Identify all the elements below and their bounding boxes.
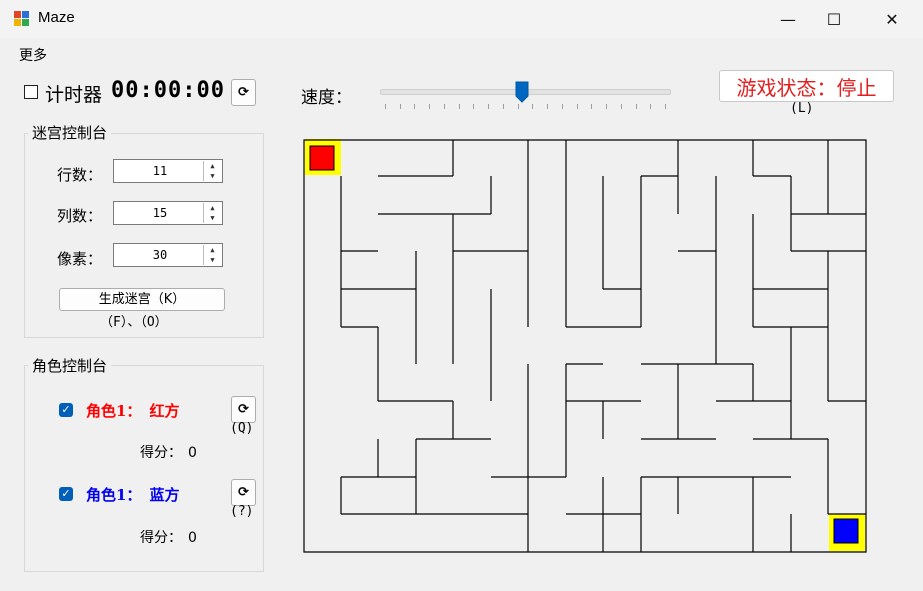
pixel-input[interactable]: 30 ▲ ▼ [113, 243, 223, 267]
red-player [309, 145, 335, 171]
rows-value: 11 [152, 164, 168, 178]
app-icon [14, 11, 30, 27]
rows-input[interactable]: 11 ▲ ▼ [113, 159, 223, 183]
minimize-button[interactable]: — [765, 0, 811, 38]
slider-tick [591, 104, 593, 109]
close-button[interactable]: ✕ [869, 0, 915, 38]
cols-label: 列数： [57, 207, 103, 225]
timer-label: 计时器 [45, 84, 103, 106]
status-shortcut-hint: (L) [790, 101, 814, 116]
close-icon: ✕ [885, 9, 899, 29]
refresh-icon: ⟳ [238, 402, 249, 417]
pixel-value: 30 [152, 248, 168, 262]
generate-maze-button[interactable]: 生成迷宫（K） [59, 288, 225, 311]
slider-tick [399, 104, 401, 109]
slider-tick [443, 104, 445, 109]
minimize-icon: — [780, 9, 796, 29]
timer-reset-button[interactable]: ⟳ [231, 79, 256, 106]
role1-score: 得分： 0 [140, 445, 197, 461]
slider-tick [561, 104, 563, 109]
slider-tick [488, 104, 490, 109]
check-icon: ✓ [61, 403, 71, 416]
role1-checkbox[interactable]: ✓ [59, 403, 73, 417]
generate-hint: （F）、（O） [100, 315, 168, 330]
timer-value: 00:00:00 [111, 78, 225, 103]
maze-walls [303, 139, 867, 553]
slider-tick [620, 104, 622, 109]
rows-label: 行数： [57, 166, 103, 184]
refresh-icon: ⟳ [238, 85, 249, 100]
role1-reset-button[interactable]: ⟳ [231, 396, 256, 423]
game-status: 游戏状态：停止 [719, 70, 894, 102]
role1-shortcut-hint: (Q) [230, 421, 254, 436]
slider-tick [502, 104, 504, 109]
maximize-button[interactable]: ☐ [811, 0, 857, 38]
slider-tick [385, 104, 386, 109]
slider-tick [414, 104, 416, 109]
pixel-label: 像素： [57, 250, 103, 268]
window-title: Maze [38, 9, 75, 26]
pixel-spinner[interactable]: ▲ ▼ [203, 245, 221, 265]
timer-checkbox[interactable] [24, 85, 38, 99]
role2-reset-button[interactable]: ⟳ [231, 479, 256, 506]
refresh-icon: ⟳ [238, 485, 249, 500]
slider-tick [665, 104, 666, 109]
slider-tick [576, 104, 578, 109]
role1-label: 角色1： 红方 [86, 402, 180, 420]
slider-tick [606, 104, 608, 109]
slider-tick [650, 104, 652, 109]
blue-player [833, 518, 859, 544]
speed-label: 速度： [301, 88, 352, 108]
check-icon: ✓ [61, 487, 71, 500]
maze-board [303, 139, 867, 553]
maximize-icon: ☐ [826, 9, 842, 29]
slider-tick [532, 104, 534, 109]
cols-input[interactable]: 15 ▲ ▼ [113, 201, 223, 225]
role2-shortcut-hint: (?) [230, 504, 254, 519]
slider-tick [547, 104, 549, 109]
cols-value: 15 [152, 206, 168, 220]
slider-tick [473, 104, 475, 109]
slider-tick [458, 104, 460, 109]
role2-label: 角色1： 蓝方 [86, 486, 180, 504]
speed-slider-thumb[interactable] [515, 81, 529, 103]
rows-spinner[interactable]: ▲ ▼ [203, 161, 221, 181]
role2-checkbox[interactable]: ✓ [59, 487, 73, 501]
menu-more[interactable]: 更多 [19, 45, 47, 65]
slider-tick [635, 104, 637, 109]
slider-tick [517, 104, 519, 109]
role2-score: 得分： 0 [140, 530, 197, 546]
cols-spinner[interactable]: ▲ ▼ [203, 203, 221, 223]
role-console-title: 角色控制台 [28, 355, 112, 376]
maze-console-title: 迷宫控制台 [28, 122, 112, 143]
slider-tick [429, 104, 431, 109]
